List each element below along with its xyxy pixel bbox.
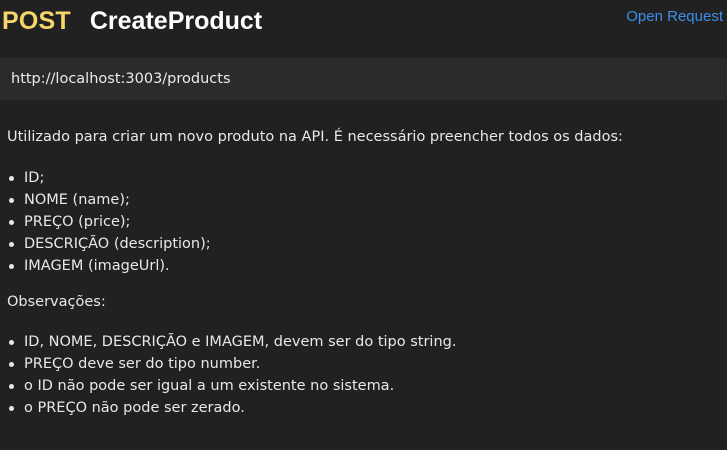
list-item: o ID não pode ser igual a um existente n… bbox=[7, 375, 721, 397]
url-bar[interactable]: http://localhost:3003/products bbox=[0, 58, 727, 100]
request-url: http://localhost:3003/products bbox=[11, 71, 231, 87]
list-item: NOME (name); bbox=[7, 189, 721, 211]
list-item: DESCRIÇÃO (description); bbox=[7, 233, 721, 255]
request-title: CreateProduct bbox=[89, 6, 263, 35]
observations-heading: Observações: bbox=[7, 294, 106, 310]
observations-list: ID, NOME, DESCRIÇÃO e IMAGEM, devem ser … bbox=[7, 331, 721, 419]
open-request-link[interactable]: Open Request bbox=[626, 8, 723, 25]
description-text: Utilizado para criar um novo produto na … bbox=[7, 129, 623, 145]
list-item: PREÇO (price); bbox=[7, 211, 721, 233]
list-item: ID; bbox=[7, 167, 721, 189]
request-doc-page: POST CreateProduct Open Request http://l… bbox=[0, 0, 727, 450]
list-item: IMAGEM (imageUrl). bbox=[7, 255, 721, 277]
list-item: o PREÇO não pode ser zerado. bbox=[7, 397, 721, 419]
http-method-badge: POST bbox=[2, 6, 71, 35]
request-header: POST CreateProduct bbox=[2, 4, 727, 38]
required-fields-list: ID; NOME (name); PREÇO (price); DESCRIÇÃ… bbox=[7, 167, 721, 277]
list-item: ID, NOME, DESCRIÇÃO e IMAGEM, devem ser … bbox=[7, 331, 721, 353]
request-description: Utilizado para criar um novo produto na … bbox=[7, 126, 721, 419]
list-item: PREÇO deve ser do tipo number. bbox=[7, 353, 721, 375]
